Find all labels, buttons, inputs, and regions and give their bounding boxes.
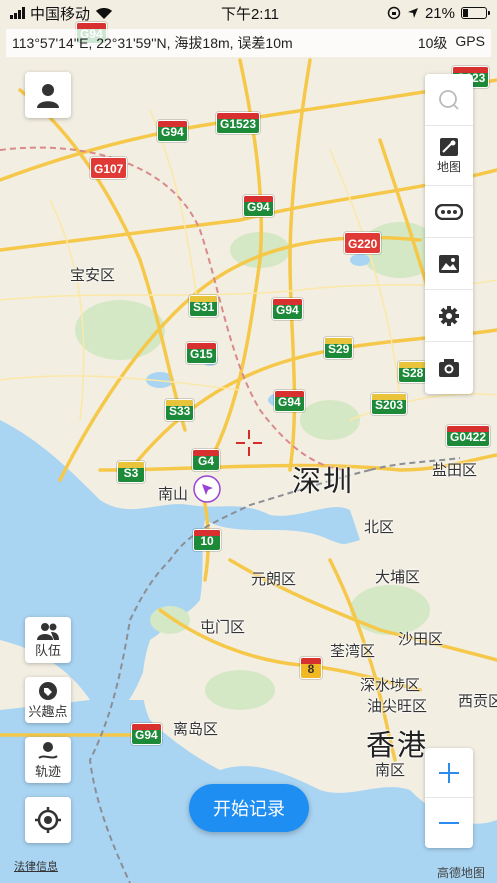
- map-label-shamshuipo: 深水埗区: [360, 677, 421, 694]
- locate-icon: [35, 807, 61, 833]
- road-shield-g94: G94: [243, 195, 274, 217]
- road-shield-g107: G107: [90, 157, 128, 179]
- road-shield-g94: G94: [272, 298, 303, 320]
- camera-button[interactable]: [425, 342, 473, 394]
- map-label-shenzhen: 深圳: [292, 466, 355, 498]
- road-shield-g94: G94: [131, 723, 162, 745]
- map-label-yautsim: 油尖旺区: [367, 698, 428, 715]
- team-button[interactable]: 队伍: [25, 617, 71, 663]
- locate-button[interactable]: [25, 797, 71, 843]
- plus-icon: [439, 762, 459, 783]
- location-services-icon: [407, 8, 418, 18]
- map-label-taipo: 大埔区: [375, 569, 421, 586]
- road-shield-s28: S28: [398, 361, 428, 383]
- battery-icon: [460, 7, 490, 19]
- road-shield-8: 8: [300, 657, 322, 679]
- coordinate-bar: 113°57'14''E, 22°31'59''N, 海拔18m, 误差10m …: [6, 29, 491, 57]
- signal-icon: [10, 7, 25, 19]
- user-icon: [37, 84, 59, 108]
- map-label-hongkong: 香港: [366, 730, 429, 762]
- track-button[interactable]: 轨迹: [25, 737, 71, 783]
- more-button[interactable]: [425, 186, 473, 238]
- minus-icon: [439, 822, 459, 824]
- tag-icon: [39, 681, 57, 700]
- road-shield-s31: S31: [189, 295, 219, 317]
- road-shield-g94: G94: [157, 120, 188, 142]
- team-label: 队伍: [34, 642, 61, 658]
- track-label: 轨迹: [34, 763, 61, 779]
- map-layers-button[interactable]: 地图: [425, 126, 473, 186]
- search-button[interactable]: [425, 74, 473, 126]
- road-shield-g94: G94: [274, 390, 305, 412]
- clock: 下午2:11: [220, 5, 280, 23]
- poi-label: 兴趣点: [28, 703, 68, 719]
- map-label-tsuenwan: 荃湾区: [330, 643, 376, 660]
- map-layers-label: 地图: [436, 160, 461, 174]
- map-label-baoan: 宝安区: [70, 267, 116, 284]
- road-shield-10: 10: [193, 529, 221, 551]
- road-shield-g15: G15: [186, 342, 217, 364]
- map-label-tuenmun: 屯门区: [200, 619, 246, 636]
- map-label-southern: 南区: [375, 762, 406, 779]
- map-label-yuenlong: 元朗区: [251, 571, 297, 588]
- road-shield-g0422: G0422: [446, 425, 491, 447]
- map-label-shatin: 沙田区: [398, 631, 444, 648]
- map-label-north: 北区: [364, 519, 395, 536]
- more-icon: [435, 203, 463, 220]
- map-label-saikung: 西贡区: [458, 693, 497, 710]
- road-shield-s29: S29: [324, 337, 354, 359]
- zoom-controls: [425, 748, 473, 848]
- location-arrow-icon: [193, 475, 221, 503]
- camera-icon: [439, 359, 459, 377]
- start-recording-button[interactable]: 开始记录: [189, 784, 309, 832]
- road-shield-g4: G4: [192, 449, 220, 471]
- zoom-level: 10级: [417, 35, 448, 51]
- legal-info-link[interactable]: 法律信息: [14, 858, 58, 874]
- status-bar: 中国移动 下午2:11 21%: [0, 0, 497, 26]
- crosshair-icon: [236, 430, 262, 456]
- gps-indicator: GPS: [455, 33, 485, 49]
- zoom-in-button[interactable]: [425, 748, 473, 798]
- map-tool-panel: 地图: [425, 74, 473, 394]
- map-label-islands: 离岛区: [173, 721, 219, 738]
- battery-percent: 21%: [424, 4, 455, 22]
- coordinate-readout: 113°57'14''E, 22°31'59''N, 海拔18m, 误差10m: [12, 35, 293, 51]
- zoom-out-button[interactable]: [425, 798, 473, 848]
- road-shield-g220: G220: [344, 232, 382, 254]
- map-label-yantian: 盐田区: [432, 462, 478, 479]
- road-shield-s203: S203: [371, 393, 408, 415]
- search-icon: [439, 89, 459, 110]
- road-shield-s33: S33: [165, 399, 195, 421]
- map-icon: [440, 138, 458, 156]
- road-shield-g1523: G1523: [216, 112, 261, 134]
- map-label-nanshan: 南山: [158, 486, 189, 503]
- settings-button[interactable]: [425, 290, 473, 342]
- image-icon: [439, 254, 459, 273]
- poi-button[interactable]: 兴趣点: [25, 677, 71, 723]
- wifi-icon: [96, 8, 113, 19]
- image-button[interactable]: [425, 238, 473, 290]
- rotation-lock-icon: [387, 6, 401, 20]
- track-icon: [38, 741, 58, 759]
- amap-logo: 高德地图: [437, 866, 486, 880]
- gear-icon: [439, 305, 459, 326]
- road-shield-s3: S3: [117, 461, 145, 483]
- carrier-name: 中国移动: [30, 5, 91, 23]
- team-icon: [37, 622, 59, 640]
- profile-button[interactable]: [25, 72, 71, 118]
